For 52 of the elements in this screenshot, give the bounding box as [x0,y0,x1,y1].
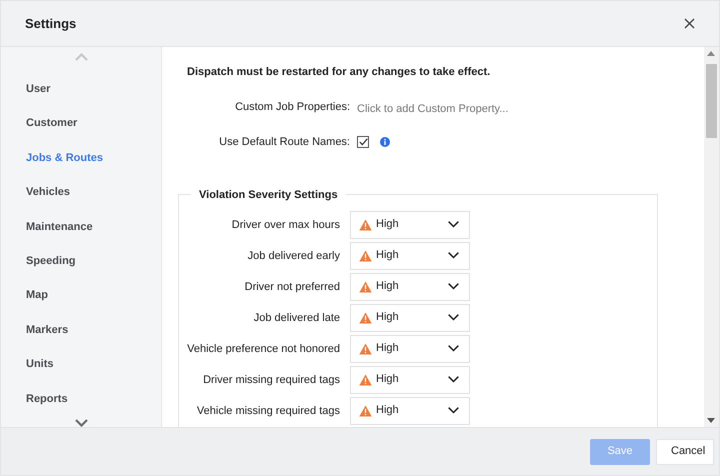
info-icon[interactable] [380,137,390,148]
violation-label: Vehicle missing required tags [196,404,341,419]
violation-label: Job delivered late [252,310,341,326]
violation-label: Vehicle preference not honored [186,342,341,357]
cancel-button[interactable]: Cancel [656,438,714,464]
sidebar-item[interactable]: User [1,72,161,106]
warning-icon [359,250,372,262]
close-icon[interactable] [684,18,695,29]
field-label: Custom Job Properties: [234,100,351,115]
warning-icon [359,280,372,292]
chevron-down-icon [448,376,459,383]
chevron-down-icon [448,283,459,290]
chevron-down-icon [448,221,459,228]
chevron-down-icon [448,314,459,321]
severity-dropdown[interactable]: High [350,272,470,300]
chevron-down-icon[interactable] [74,419,88,427]
sidebar-item[interactable]: Vehicles [1,175,161,210]
scrollbar[interactable] [704,47,719,427]
violation-label: Driver over max hours [230,218,341,233]
sidebar-item[interactable]: Customer [1,106,161,141]
severity-dropdown[interactable]: High [350,396,470,424]
violation-label: Job delivered early [246,248,341,264]
sidebar-item[interactable]: Map [1,278,161,313]
warning-icon [359,404,372,416]
checkbox[interactable] [357,136,369,148]
violation-label: Driver not preferred [244,280,341,295]
warning-icon [359,342,372,354]
field-label: Use Default Route Names: [218,135,351,150]
chevron-down-icon [448,407,459,414]
restart-notice: Dispatch must be restarted for any changes to take effect. [187,65,492,80]
severity-dropdown[interactable]: High [350,210,470,238]
sidebar-item[interactable]: Maintenance [1,210,161,244]
sidebar-item[interactable]: Markers [1,312,161,348]
severity-dropdown[interactable]: High [350,242,470,270]
sidebar-item[interactable]: Reports [1,382,161,416]
warning-icon [359,218,372,230]
warning-icon [359,374,372,386]
scrollbar-thumb[interactable] [706,64,717,138]
scroll-down-icon[interactable] [707,418,715,423]
severity-dropdown[interactable]: High [350,366,470,394]
sidebar-item[interactable]: Units [1,347,161,382]
sidebar-item[interactable]: Jobs & Routes [1,140,161,176]
chevron-down-icon [448,345,459,352]
sidebar-item[interactable]: Speeding [1,244,161,278]
window-title: Settings [25,14,76,33]
severity-dropdown[interactable]: High [350,304,470,332]
violation-label: Driver missing required tags [202,372,341,388]
severity-dropdown[interactable]: High [350,334,470,362]
custom-property-field[interactable]: Click to add Custom Property... [357,100,557,117]
chevron-down-icon [448,252,459,259]
warning-icon [359,312,372,324]
scroll-up-icon[interactable] [707,51,715,56]
